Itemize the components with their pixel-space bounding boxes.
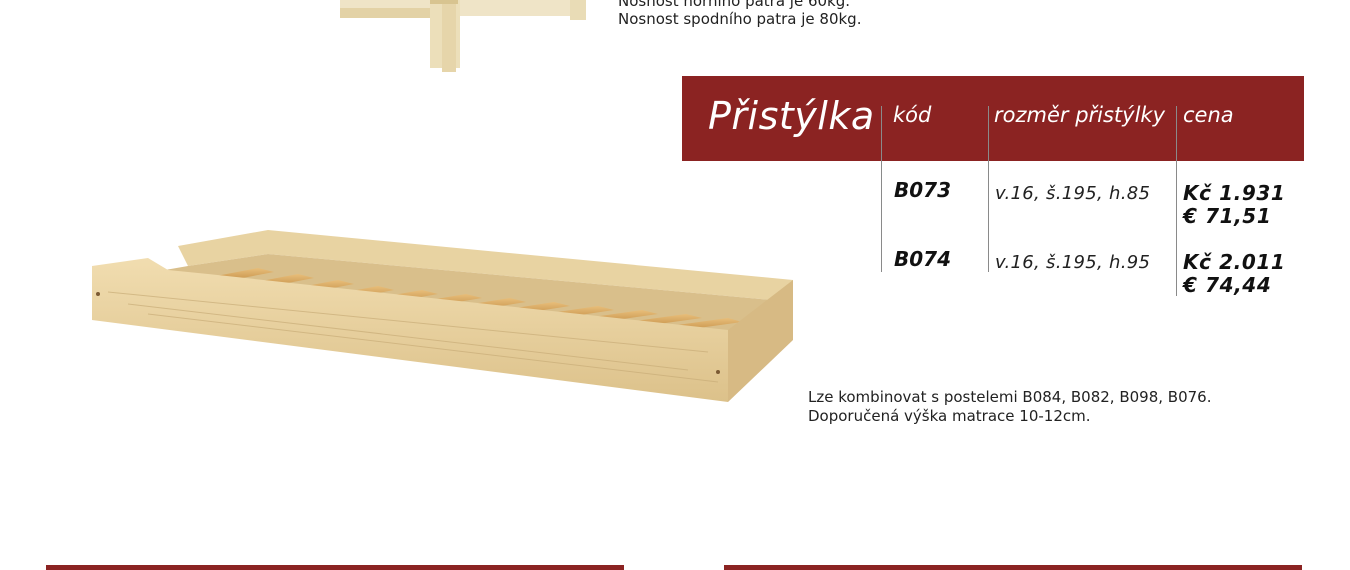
product-notes: Lze kombinovat s postelemi B084, B082, B…	[808, 388, 1211, 426]
row-1-dimension: v.16, š.195, h.85	[995, 183, 1151, 204]
column-divider	[1176, 106, 1177, 296]
combination-note: Lze kombinovat s postelemi B084, B082, B…	[808, 388, 1212, 406]
mattress-note: Doporučená výška matrace 10-12cm.	[808, 407, 1091, 425]
row-1-code: B073	[894, 178, 951, 202]
row-2-price-eur: € 74,44	[1183, 273, 1272, 297]
column-divider	[881, 106, 882, 272]
column-divider	[988, 106, 989, 272]
trundle-bed-photo	[92, 230, 793, 402]
row-1-price-czk: Kč 1.931	[1183, 181, 1286, 205]
row-1-price-eur: € 71,51	[1183, 204, 1272, 228]
header-code: kód	[893, 103, 932, 127]
top-notes: Nosnost horního patra je 60kg. Nosnost s…	[618, 0, 861, 28]
section-title: Přistýlka	[708, 94, 875, 138]
upper-load-note: Nosnost horního patra je 60kg.	[618, 0, 851, 10]
bottom-bar-left	[46, 565, 624, 570]
row-2-dimension: v.16, š.195, h.95	[995, 252, 1151, 273]
row-2-price-czk: Kč 2.011	[1183, 250, 1286, 274]
header-price: cena	[1183, 103, 1234, 127]
bunk-bed-photo	[340, 0, 586, 72]
row-2-code: B074	[894, 247, 951, 271]
row-2-price: Kč 2.011 € 74,44	[1183, 251, 1285, 297]
row-1-price: Kč 1.931 € 71,51	[1183, 182, 1285, 228]
bottom-bar-right	[724, 565, 1302, 570]
header-dimension: rozměr přistýlky	[994, 103, 1166, 127]
lower-load-note: Nosnost spodního patra je 80kg.	[618, 10, 862, 28]
